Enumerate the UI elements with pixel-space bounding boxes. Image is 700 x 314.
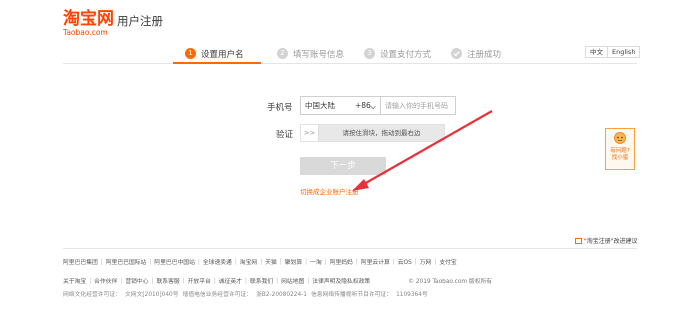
step-label: 设置支付方式 [380, 49, 432, 60]
footer-link[interactable]: 云OS [395, 257, 415, 266]
verify-label: 验证 [276, 130, 294, 140]
footer-link[interactable]: 万网 [417, 257, 435, 266]
feedback-icon [575, 237, 582, 244]
footer-link[interactable]: 阿里妈妈 [327, 257, 356, 266]
footer-link[interactable]: 开放平台 [185, 276, 214, 285]
step-number: 1 [185, 48, 196, 59]
footer-link[interactable]: 阿里云计算 [358, 257, 393, 266]
logo[interactable]: 淘宝网 Taobao.com [63, 10, 115, 37]
next-step-button[interactable]: 下一步 [300, 157, 386, 175]
license-number: 浙B2-20080224-1 [256, 292, 307, 298]
footer-group-links: 阿里巴巴集团 | 阿里巴巴国际站 | 阿里巴巴中国站 | 全球速卖通 | 淘宝网 | 天猫… [63, 257, 460, 267]
footer-link[interactable]: 联系我们 [247, 276, 276, 285]
footer-divider [63, 248, 637, 249]
step-account-info: 2 填写账号信息 [277, 44, 344, 63]
footer-link[interactable]: 联系客服 [153, 276, 182, 285]
footer-link[interactable]: 法律声明及隐私权政策 [309, 276, 373, 285]
step-label: 填写账号信息 [293, 49, 345, 60]
footer-link[interactable]: 网站地图 [278, 276, 307, 285]
logo-text: 淘宝网 [63, 9, 114, 29]
footer-link[interactable]: 聚划算 [282, 257, 305, 266]
country-name: 中国大陆 [305, 101, 335, 110]
help-line-2: 找小蜜 [611, 155, 629, 161]
enterprise-register-link[interactable]: 切换成企业账户注册 [300, 186, 359, 196]
step-label: 设置用户名 [201, 49, 244, 60]
license-number: 文网文[2010]040号 [124, 292, 179, 298]
lang-zh[interactable]: 中文 [586, 47, 607, 57]
logo-subtext: Taobao.com [63, 28, 108, 37]
feedback-link-text: "淘宝注册"改进建议 [584, 238, 638, 245]
help-assistant-button[interactable]: 有问题? 找小蜜 [605, 128, 635, 170]
footer-link[interactable]: 全球速卖通 [200, 257, 235, 266]
check-icon [451, 48, 462, 59]
footer-link[interactable]: 阿里巴巴中国站 [151, 257, 198, 266]
slider-instruction: 请按住滑块，拖动到最右边 [342, 129, 421, 137]
footer-link[interactable]: 合作伙伴 [91, 276, 120, 285]
footer-link[interactable]: 关于淘宝 [63, 276, 89, 285]
footer-link[interactable]: 阿里巴巴集团 [63, 257, 101, 266]
footer-link[interactable]: 诚征英才 [216, 276, 245, 285]
license-number: 1109364号 [396, 292, 428, 298]
license-label: 网络文化经营许可证： [63, 292, 121, 298]
country-code: +86 [355, 101, 371, 110]
footer-licenses: 网络文化经营许可证： 文网文[2010]040号 增值电信业务经营许可证： 浙B… [63, 289, 432, 298]
phone-label: 手机号 [267, 103, 293, 113]
phone-field: 中国大陆 +86 [300, 96, 456, 115]
footer-link[interactable]: 淘宝网 [237, 257, 260, 266]
footer-link[interactable]: 营销中心 [122, 276, 151, 285]
mascot-icon [614, 132, 626, 144]
slider-captcha: >> 请按住滑块，拖动到最右边 [300, 124, 445, 142]
lang-en[interactable]: English [607, 47, 639, 57]
language-switcher: 中文 English [585, 46, 641, 58]
footer-link[interactable]: 阿里巴巴国际站 [103, 257, 150, 266]
country-select[interactable]: 中国大陆 +86 [301, 97, 381, 114]
chevron-down-icon [370, 103, 376, 112]
step-set-username: 1 设置用户名 [185, 44, 244, 63]
step-number: 2 [277, 48, 288, 59]
feedback-link[interactable]: "淘宝注册"改进建议 [575, 236, 638, 245]
copyright: © 2019 Taobao.com 版权所有 [408, 279, 493, 285]
step-label: 注册成功 [467, 49, 502, 60]
slider-handle[interactable]: >> [301, 125, 319, 141]
footer-link[interactable]: 天猫 [262, 257, 280, 266]
help-line-1: 有问题? [610, 148, 630, 154]
page-title: 用户注册 [117, 14, 163, 28]
step-number: 3 [364, 48, 375, 59]
steps-divider [63, 63, 637, 64]
step-payment-method: 3 设置支付方式 [364, 44, 431, 63]
footer-link[interactable]: 一淘 [307, 257, 325, 266]
phone-input[interactable] [381, 97, 455, 114]
license-label: 增值电信业务经营许可证： [182, 292, 253, 298]
footer-link[interactable]: 支付宝 [436, 257, 459, 266]
footer-site-links: 关于淘宝 | 合作伙伴 | 营销中心 | 联系客服 | 开放平台 | 诚征英才 | 联系我们… [63, 276, 495, 286]
license-label: 信息网络传播视听节目许可证： [310, 292, 393, 298]
step-success: 注册成功 [451, 44, 501, 63]
